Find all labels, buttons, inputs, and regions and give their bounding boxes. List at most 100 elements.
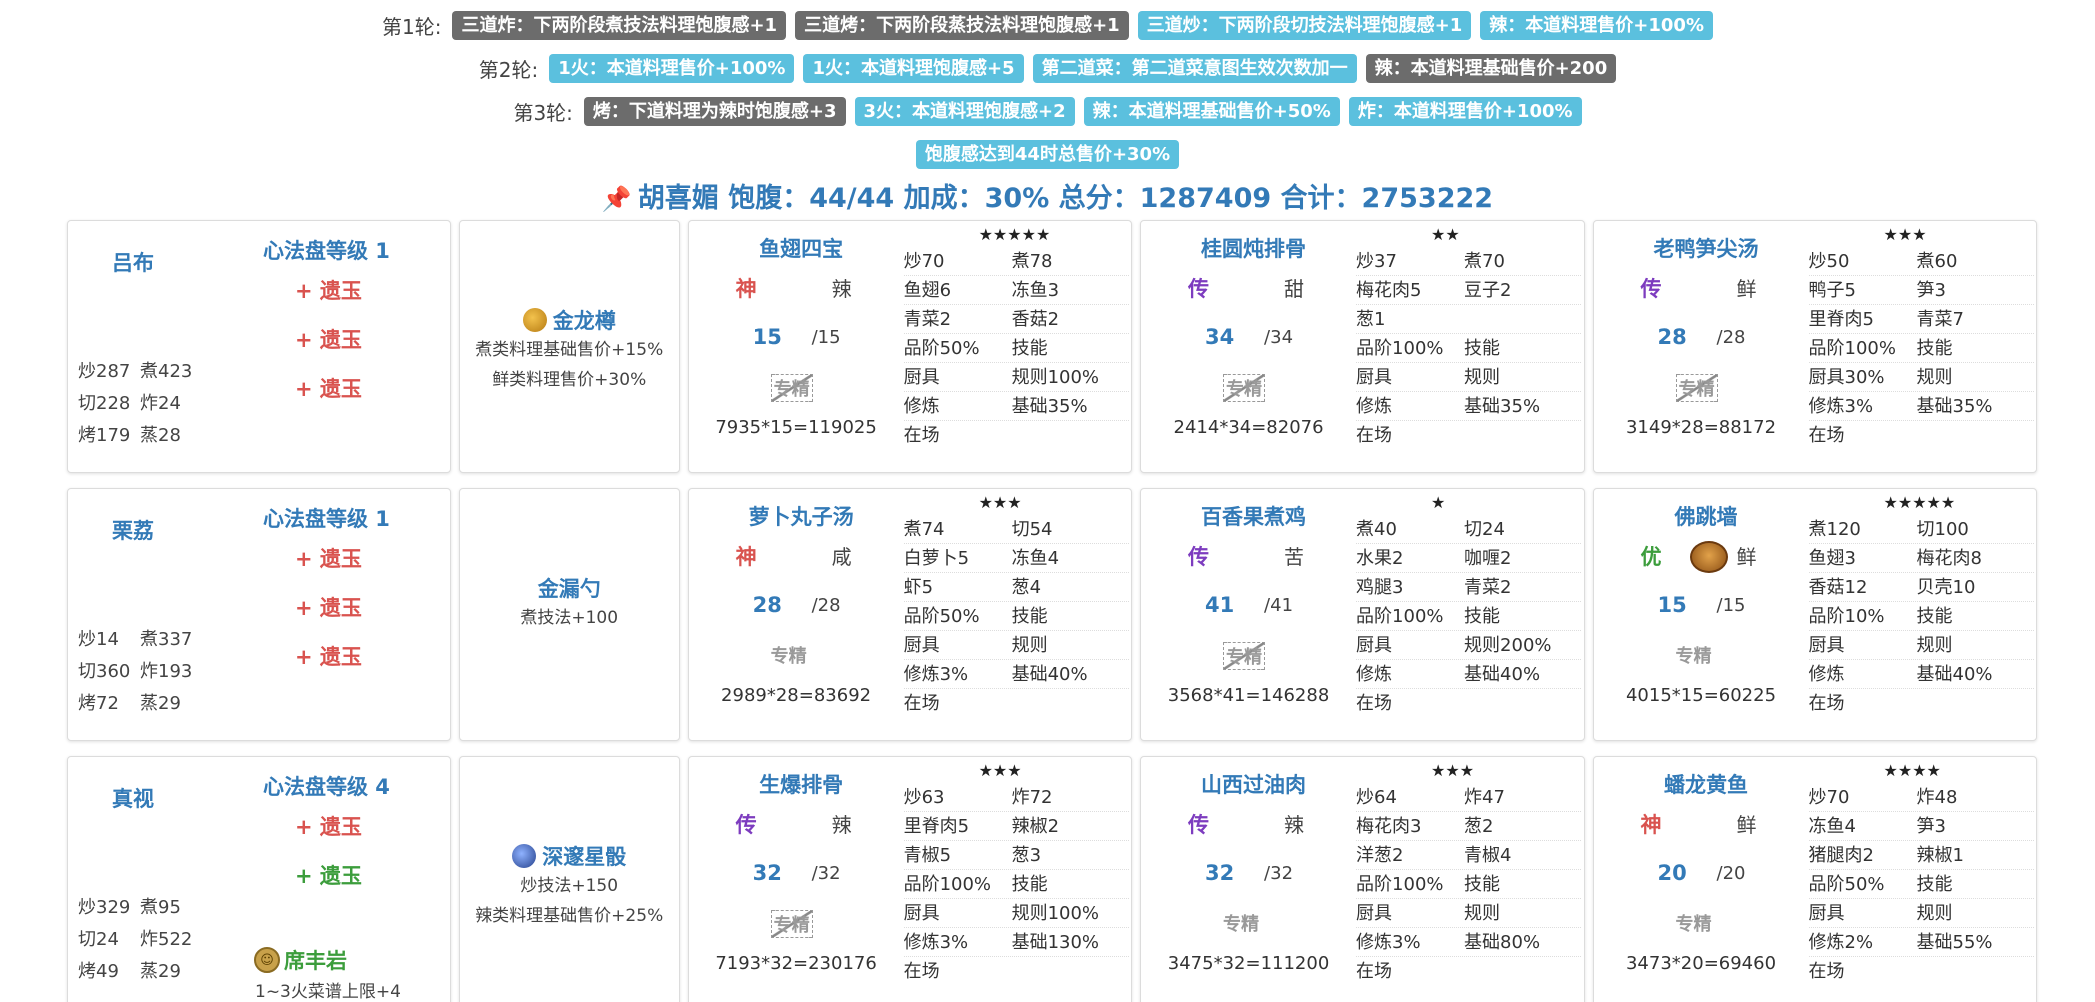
recipe-max-quantity: /28 — [1716, 327, 1746, 348]
detail-row: 在场 — [1809, 957, 2034, 986]
detail-cell: 厨具 — [1808, 635, 1845, 656]
detail-row: 里脊肉5 辣椒2 — [903, 812, 1129, 841]
recipe-detail-table: 炒70 炸48 冻鱼4 笋3 猪腿肉2 辣椒1 品阶50% 技能 厨具 规则 修炼2% 基础55% 在场 — [1808, 783, 2034, 986]
detail-row: 在场 — [904, 689, 1129, 718]
chef-row: 吕布 心法盘等级 1 + 遗玉 + 遗玉 + 遗玉 炒287 煮423 切228 炸24 烤179… — [67, 220, 2037, 473]
recipe-quantity[interactable]: 28 — [753, 593, 782, 617]
jade-slot[interactable]: + 遗玉 — [295, 373, 362, 403]
partner-name: 席丰岩 — [284, 949, 347, 973]
detail-cell: 基础55% — [1916, 932, 1993, 953]
stat-pair: 烤179 蒸28 — [78, 420, 202, 452]
jade-slot[interactable]: + 遗玉 — [295, 641, 362, 671]
heart-disk-level[interactable]: 心法盘等级 1 — [263, 503, 390, 533]
detail-cell: 基础130% — [1011, 932, 1100, 953]
recipe-name[interactable]: 百香果煮鸡 — [1141, 501, 1366, 531]
detail-cell: 技能 — [1916, 874, 1953, 895]
recipe-quantity[interactable]: 15 — [1658, 593, 1687, 617]
recipe-name[interactable]: 老鸭笋尖汤 — [1594, 233, 1819, 263]
detail-cell: 煮40 — [1356, 519, 1397, 540]
recipe-stars: ★★★★ — [1883, 761, 1941, 780]
equipment-title: 金龙樽 — [460, 305, 679, 335]
detail-cell: 梅花肉5 — [1356, 280, 1422, 301]
detail-cell: 炒37 — [1356, 251, 1397, 272]
recipe-name[interactable]: 桂圆炖排骨 — [1141, 233, 1366, 263]
recipe-name[interactable]: 鱼翅四宝 — [689, 233, 914, 263]
jade-slot[interactable]: + 遗玉 — [295, 860, 362, 890]
detail-cell: 修炼 — [1356, 664, 1393, 685]
jade-slot[interactable]: + 遗玉 — [295, 543, 362, 573]
equipment-card[interactable]: 金龙樽 煮类料理基础售价+15% 鲜类料理售价+30% — [458, 220, 680, 473]
heart-disk-level[interactable]: 心法盘等级 4 — [263, 771, 390, 801]
detail-row: 修炼 基础35% — [1356, 392, 1582, 421]
recipe-quantity[interactable]: 15 — [753, 325, 782, 349]
equipment-card[interactable]: 深邃星骰 炒技法+150 辣类料理基础售价+25% — [458, 756, 680, 1002]
partner-chef[interactable]: ☺ 席丰岩 — [254, 945, 347, 975]
recipe-quantity[interactable]: 32 — [1205, 861, 1234, 885]
rule-tag: 烤：下道料理为辣时饱腹感+3 — [583, 97, 846, 126]
detail-cell: 修炼3% — [1356, 932, 1421, 953]
recipe-name[interactable]: 萝卜丸子汤 — [689, 501, 914, 531]
recipe-quantity[interactable]: 41 — [1205, 593, 1234, 617]
chef-row: 真视 心法盘等级 4 + 遗玉 + 遗玉 炒329 煮95 切24 炸522 烤49 蒸29 ☺ 席丰… — [67, 756, 2037, 1002]
chef-name[interactable]: 吕布 — [112, 247, 154, 277]
recipe-rank: 优 — [1640, 545, 1662, 569]
detail-cell: 技能 — [1011, 874, 1048, 895]
recipe-rank: 传 — [1640, 277, 1662, 301]
rule-tag: 1火：本道料理饱腹感+5 — [803, 54, 1024, 83]
recipe-name[interactable]: 蟠龙黄鱼 — [1594, 769, 1819, 799]
stat-value: 煮95 — [140, 897, 181, 918]
detail-cell: 规则 — [1464, 903, 1501, 924]
stat-pair: 炒287 煮423 — [78, 356, 202, 388]
round-row-3: 第3轮: 烤：下道料理为辣时饱腹感+3 3火：本道料理饱腹感+2 辣：本道料理基础售价… — [0, 96, 2095, 127]
recipe-name[interactable]: 生爆排骨 — [689, 769, 914, 799]
detail-cell: 冻鱼3 — [1011, 280, 1060, 301]
jade-slot[interactable]: + 遗玉 — [295, 592, 362, 622]
detail-row: 品阶100% 技能 — [1808, 334, 2034, 363]
detail-cell: 炒70 — [1808, 787, 1850, 808]
detail-row: 厨具 规则100% — [903, 363, 1129, 392]
recipe-name[interactable]: 山西过油肉 — [1141, 769, 1366, 799]
detail-cell: 切24 — [1464, 519, 1505, 540]
heart-disk-level[interactable]: 心法盘等级 1 — [263, 235, 390, 265]
recipe-max-quantity: /41 — [1264, 595, 1294, 616]
equipment-card[interactable]: 金漏勺 煮技法+100 — [458, 488, 680, 741]
jade-slot[interactable]: + 遗玉 — [295, 811, 362, 841]
detail-cell: 切100 — [1916, 519, 1969, 540]
rule-tag: 三道炸：下两阶段煮技法料理饱腹感+1 — [452, 11, 787, 40]
recipe-rank: 传 — [1188, 545, 1210, 569]
detail-cell: 猪腿肉2 — [1808, 845, 1874, 866]
stat-value: 烤49 — [78, 961, 119, 982]
recipe-card: 桂圆炖排骨 ★★ 传 甜 34/34 专精 2414*34=82076 炒37 煮70 梅花肉5 豆… — [1140, 220, 1585, 473]
detail-row: 鸭子5 笋3 — [1808, 276, 2034, 305]
partner-avatar-icon: ☺ — [254, 947, 280, 973]
recipe-quantity[interactable]: 20 — [1658, 861, 1687, 885]
specialty-badge: 专精 — [1223, 914, 1260, 935]
recipe-quantity[interactable]: 32 — [753, 861, 782, 885]
detail-cell: 鱼翅3 — [1808, 548, 1856, 569]
recipe-quantity[interactable]: 34 — [1205, 325, 1234, 349]
detail-row: 里脊肉5 青菜7 — [1808, 305, 2034, 334]
detail-cell: 在场 — [903, 693, 940, 714]
detail-cell — [1012, 689, 1120, 718]
detail-cell: 基础40% — [1916, 664, 1993, 685]
detail-row: 厨具 规则 — [1808, 899, 2034, 928]
chef-name[interactable]: 栗荔 — [112, 515, 154, 545]
round-rules: 第1轮: 三道炸：下两阶段煮技法料理饱腹感+1 三道烤：下两阶段蒸技法料理饱腹感+1… — [0, 10, 2095, 182]
rule-tag: 3火：本道料理饱腹感+2 — [854, 97, 1075, 126]
detail-cell: 炸48 — [1916, 787, 1958, 808]
equipment-effect: 鲜类料理售价+30% — [492, 370, 647, 390]
detail-cell: 规则100% — [1011, 903, 1100, 924]
detail-cell: 香菇12 — [1808, 577, 1868, 598]
equipment-effects: 炒技法+150 辣类料理基础售价+25% — [460, 871, 679, 931]
recipe-name[interactable]: 佛跳墙 — [1594, 501, 1819, 531]
recipe-rank: 神 — [735, 277, 757, 301]
dish-icon — [1689, 541, 1728, 573]
recipe-quantity[interactable]: 28 — [1658, 325, 1687, 349]
jade-slot[interactable]: + 遗玉 — [295, 275, 362, 305]
recipe-taste: 鲜 — [1736, 277, 1757, 301]
stat-pair: 烤49 蒸29 — [78, 956, 202, 988]
detail-cell: 洋葱2 — [1356, 845, 1404, 866]
chef-name[interactable]: 真视 — [112, 783, 154, 813]
detail-cell: 青菜7 — [1916, 309, 1964, 330]
jade-slot[interactable]: + 遗玉 — [295, 324, 362, 354]
